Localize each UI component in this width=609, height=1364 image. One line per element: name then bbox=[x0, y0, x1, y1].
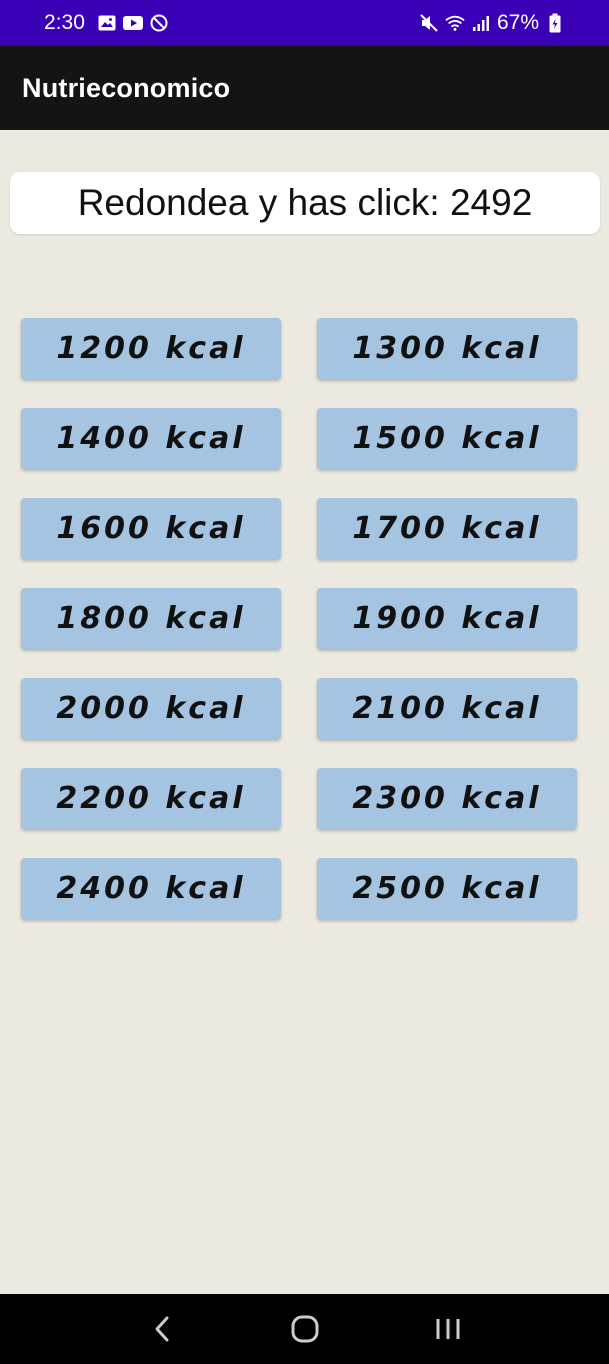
kcal-option-button[interactable]: 1400 kcal bbox=[21, 408, 281, 469]
kcal-option-button[interactable]: 1900 kcal bbox=[317, 588, 577, 649]
status-bar: 2:30 67% bbox=[0, 0, 609, 46]
signal-icon bbox=[471, 13, 491, 33]
youtube-icon bbox=[122, 13, 143, 33]
app-bar: Nutrieconomico bbox=[0, 46, 609, 130]
battery-icon bbox=[545, 13, 565, 33]
prompt-card: Redondea y has click: 2492 bbox=[10, 172, 600, 234]
system-nav-bar bbox=[0, 1294, 609, 1364]
kcal-option-button[interactable]: 1500 kcal bbox=[317, 408, 577, 469]
kcal-option-button[interactable]: 2200 kcal bbox=[21, 768, 281, 829]
back-icon[interactable] bbox=[137, 1304, 187, 1354]
kcal-option-button[interactable]: 1800 kcal bbox=[21, 588, 281, 649]
mute-icon bbox=[419, 13, 439, 33]
kcal-option-button[interactable]: 1700 kcal bbox=[317, 498, 577, 559]
status-left: 2:30 bbox=[44, 11, 169, 35]
image-icon bbox=[97, 13, 117, 33]
block-icon bbox=[149, 13, 169, 33]
status-time: 2:30 bbox=[44, 11, 85, 34]
recents-icon[interactable] bbox=[423, 1304, 473, 1354]
kcal-option-button[interactable]: 1300 kcal bbox=[317, 318, 577, 379]
kcal-option-button[interactable]: 2300 kcal bbox=[317, 768, 577, 829]
battery-percent: 67% bbox=[496, 11, 539, 34]
kcal-option-button[interactable]: 1600 kcal bbox=[21, 498, 281, 559]
kcal-option-button[interactable]: 2000 kcal bbox=[21, 678, 281, 739]
kcal-option-button[interactable]: 2500 kcal bbox=[317, 858, 577, 919]
kcal-option-button[interactable]: 1200 kcal bbox=[21, 318, 281, 379]
kcal-option-button[interactable]: 2400 kcal bbox=[21, 858, 281, 919]
prompt-text: Redondea y has click: 2492 bbox=[77, 182, 533, 223]
wifi-icon bbox=[445, 13, 465, 33]
app-title: Nutrieconomico bbox=[22, 72, 231, 103]
kcal-option-button[interactable]: 2100 kcal bbox=[317, 678, 577, 739]
status-right: 67% bbox=[419, 11, 565, 35]
kcal-options-grid: 1200 kcal 1300 kcal 1400 kcal 1500 kcal … bbox=[21, 318, 577, 919]
home-icon[interactable] bbox=[280, 1304, 330, 1354]
